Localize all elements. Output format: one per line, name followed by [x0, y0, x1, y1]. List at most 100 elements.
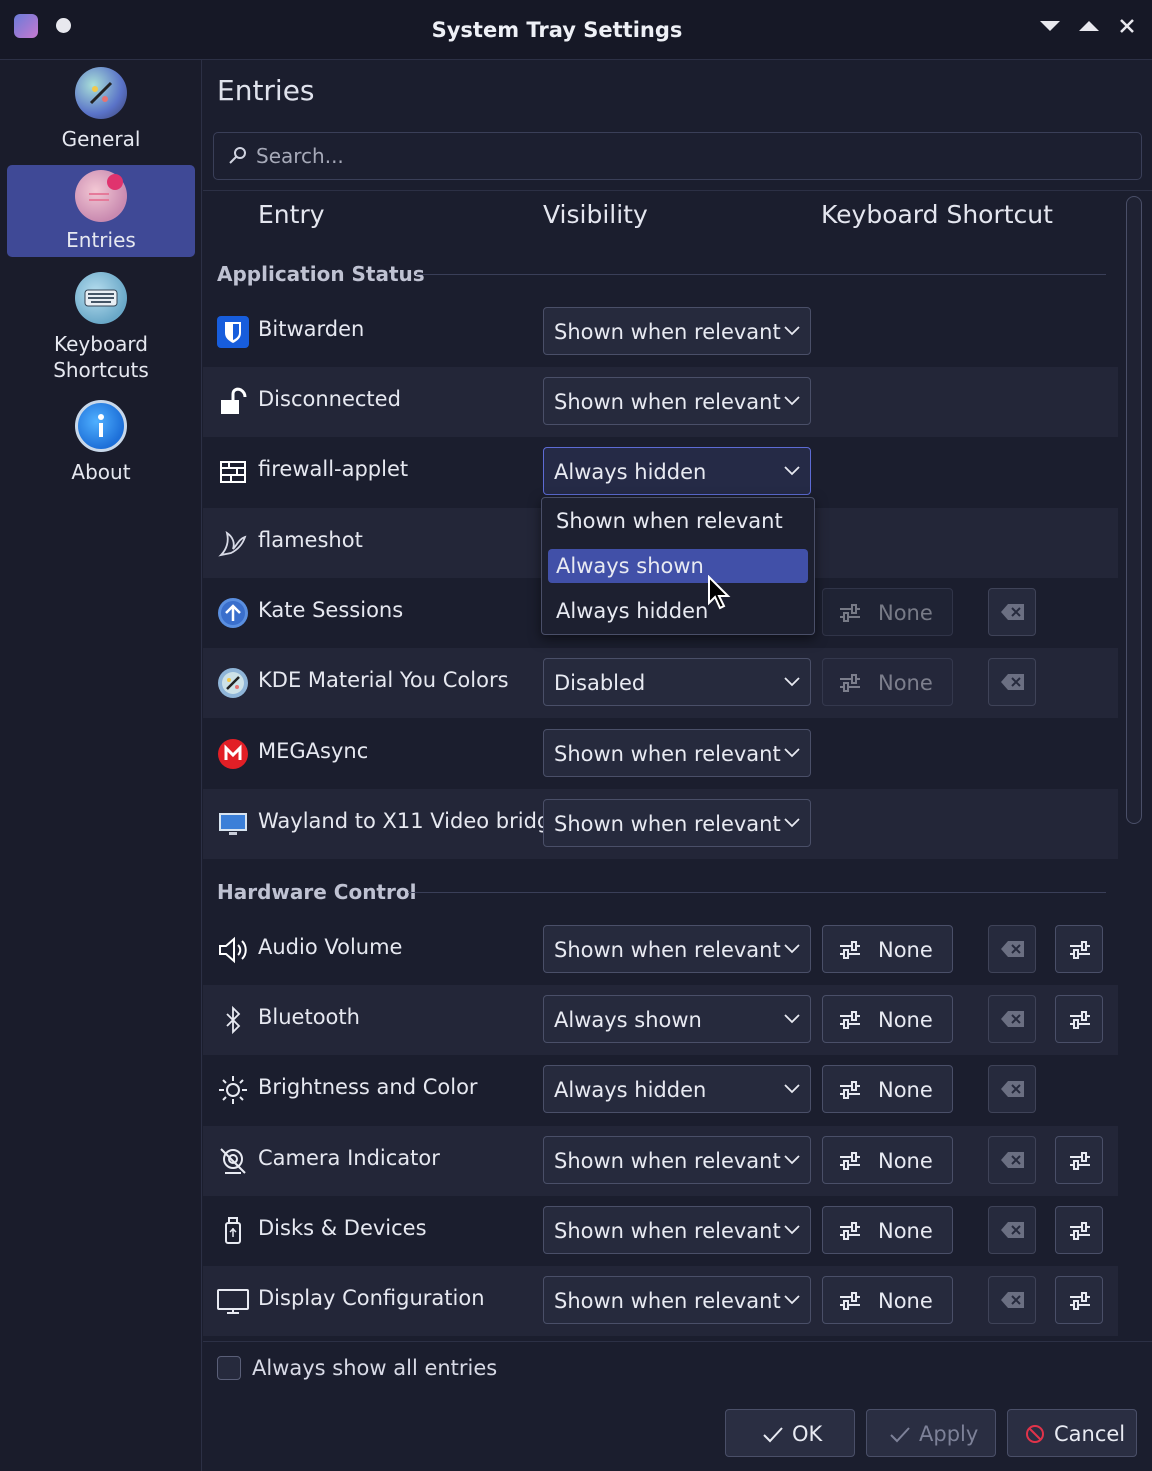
backspace-icon	[1001, 604, 1024, 620]
shortcut-button[interactable]: None	[822, 995, 953, 1043]
shortcut-button[interactable]: None	[822, 658, 953, 706]
visibility-select[interactable]: Shown when relevant	[543, 1136, 811, 1184]
mouse-cursor-icon	[708, 575, 731, 610]
clear-shortcut-button[interactable]	[988, 1065, 1036, 1113]
configure-button[interactable]	[1055, 1276, 1103, 1324]
table-row: Wayland to X11 Video bridge Shown when r…	[203, 789, 1118, 859]
chevron-down-icon	[784, 466, 800, 476]
visibility-select[interactable]: Shown when relevant	[543, 925, 811, 973]
clear-shortcut-button[interactable]	[988, 658, 1036, 706]
backspace-icon	[1001, 1292, 1024, 1308]
search-input[interactable]	[256, 141, 1116, 171]
minimize-button[interactable]	[1036, 12, 1064, 40]
visibility-value: Disabled	[554, 671, 646, 695]
sliders-icon	[840, 604, 860, 622]
shortcut-button[interactable]: None	[822, 588, 953, 636]
backspace-icon	[1001, 1222, 1024, 1238]
ok-label: OK	[792, 1422, 823, 1446]
triangle-down-icon	[1040, 21, 1060, 31]
sliders-icon	[840, 674, 860, 692]
visibility-value: Shown when relevant	[554, 320, 781, 344]
cancel-label: Cancel	[1054, 1422, 1126, 1446]
sliders-icon	[840, 941, 860, 959]
camera-off-icon	[220, 1148, 246, 1174]
menu-item-always-shown[interactable]: Always shown	[548, 549, 808, 583]
keyboard-icon	[75, 272, 127, 324]
search-box[interactable]	[213, 132, 1142, 180]
speaker-icon	[219, 936, 247, 964]
visibility-value: Shown when relevant	[554, 938, 781, 962]
entry-name: Kate Sessions	[258, 598, 404, 622]
sliders-icon	[840, 1292, 860, 1310]
entry-name: Disks & Devices	[258, 1216, 427, 1240]
configure-button[interactable]	[1055, 1136, 1103, 1184]
visibility-value: Always hidden	[554, 1078, 707, 1102]
table-row: Disks & Devices Shown when relevant None	[203, 1196, 1118, 1266]
sidebar-item-entries[interactable]: Entries	[7, 165, 195, 257]
page-title: Entries	[217, 74, 315, 107]
chevron-down-icon	[784, 396, 800, 406]
entry-name: Disconnected	[258, 387, 401, 411]
clear-shortcut-button[interactable]	[988, 1136, 1036, 1184]
configure-button[interactable]	[1055, 995, 1103, 1043]
visibility-value: Shown when relevant	[554, 1289, 781, 1313]
clear-shortcut-button[interactable]	[988, 995, 1036, 1043]
column-header-visibility: Visibility	[543, 200, 648, 229]
shortcut-button[interactable]: None	[822, 1065, 953, 1113]
configure-icon	[1070, 1011, 1090, 1029]
ok-button[interactable]: OK	[725, 1409, 855, 1457]
clear-shortcut-button[interactable]	[988, 1276, 1036, 1324]
section-divider	[408, 892, 1106, 893]
apply-button[interactable]: Apply	[866, 1409, 996, 1457]
check-icon	[763, 1427, 783, 1443]
shortcut-button[interactable]: None	[822, 1276, 953, 1324]
clear-shortcut-button[interactable]	[988, 588, 1036, 636]
shortcut-button[interactable]: None	[822, 1206, 953, 1254]
firewall-icon	[220, 461, 246, 483]
sidebar-item-about[interactable]: About	[7, 397, 195, 489]
visibility-select[interactable]: Always hidden	[543, 1065, 811, 1113]
maximize-button[interactable]	[1075, 12, 1103, 40]
sidebar-item-general[interactable]: General	[7, 62, 195, 154]
sidebar-item-label: Entries	[66, 228, 136, 252]
close-icon	[1120, 19, 1134, 33]
chevron-down-icon	[784, 1084, 800, 1094]
visibility-select[interactable]: Disabled	[543, 658, 811, 706]
visibility-select[interactable]: Shown when relevant	[543, 307, 811, 355]
menu-item-shown-when-relevant[interactable]: Shown when relevant	[548, 504, 808, 538]
bitwarden-icon	[217, 316, 249, 348]
unlock-icon	[221, 387, 247, 414]
shortcut-label: None	[878, 1078, 933, 1102]
backspace-icon	[1001, 941, 1024, 957]
visibility-select[interactable]: Always hidden	[543, 447, 811, 495]
visibility-select[interactable]: Always shown	[543, 995, 811, 1043]
configure-button[interactable]	[1055, 1206, 1103, 1254]
clear-shortcut-button[interactable]	[988, 925, 1036, 973]
visibility-select[interactable]: Shown when relevant	[543, 1276, 811, 1324]
sidebar-item-label: About	[71, 460, 131, 484]
sliders-icon	[840, 1152, 860, 1170]
visibility-select[interactable]: Shown when relevant	[543, 799, 811, 847]
configure-icon	[1070, 1222, 1090, 1240]
scrollbar[interactable]	[1126, 196, 1142, 824]
shortcut-button[interactable]: None	[822, 1136, 953, 1184]
shortcut-button[interactable]: None	[822, 925, 953, 973]
backspace-icon	[1001, 1081, 1024, 1097]
visibility-select[interactable]: Shown when relevant	[543, 377, 811, 425]
close-button[interactable]	[1113, 12, 1141, 40]
apply-label: Apply	[919, 1422, 979, 1446]
entry-name: Brightness and Color	[258, 1075, 478, 1099]
configure-button[interactable]	[1055, 925, 1103, 973]
menu-item-always-hidden[interactable]: Always hidden	[548, 594, 808, 628]
visibility-value: Shown when relevant	[554, 1219, 781, 1243]
sidebar-item-keyboard-shortcuts[interactable]: Keyboard Shortcuts	[7, 267, 195, 387]
chevron-down-icon	[784, 1014, 800, 1024]
table-row: Brightness and Color Always hidden None	[203, 1055, 1118, 1125]
menu-item-label: Always shown	[556, 554, 704, 578]
always-show-all-checkbox[interactable]	[217, 1356, 241, 1380]
cancel-button[interactable]: Cancel	[1007, 1409, 1137, 1457]
visibility-value: Shown when relevant	[554, 812, 781, 836]
clear-shortcut-button[interactable]	[988, 1206, 1036, 1254]
visibility-select[interactable]: Shown when relevant	[543, 1206, 811, 1254]
visibility-select[interactable]: Shown when relevant	[543, 729, 811, 777]
